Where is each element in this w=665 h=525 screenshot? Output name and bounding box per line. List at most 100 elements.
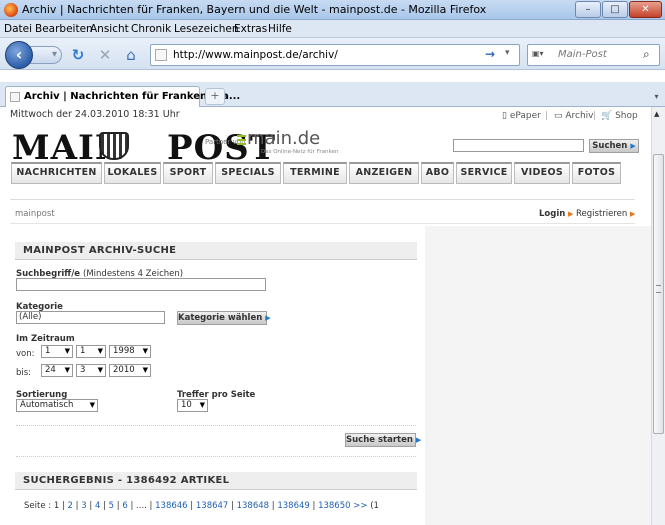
nav-nachrichten[interactable]: NACHRICHTEN — [11, 162, 102, 184]
sort-select[interactable]: Automatisch ▼ — [16, 399, 98, 412]
page-link[interactable]: 138649 — [277, 501, 309, 511]
search-placeholder[interactable]: Main-Post — [558, 49, 607, 60]
scrollbar-thumb[interactable] — [653, 154, 664, 434]
search-term-input[interactable] — [16, 278, 266, 291]
menubar: Datei Bearbeiten Ansicht Chronik Lesezei… — [0, 20, 665, 38]
dropdown-arrow-icon: ▼ — [97, 347, 103, 355]
category-select-button[interactable]: Kategorie wählen ▶ — [177, 311, 271, 325]
from-day-select[interactable]: 1 ▼ — [41, 345, 73, 358]
shop-link[interactable]: 🛒 Shop — [601, 111, 638, 121]
menu-datei[interactable]: Datei — [4, 23, 32, 35]
page-link[interactable]: 2 — [68, 501, 73, 511]
new-tab-button[interactable]: + — [205, 88, 225, 105]
page-link[interactable]: 4 — [95, 501, 100, 511]
page-link[interactable]: 5 — [109, 501, 114, 511]
per-page-select[interactable]: 10 ▼ — [177, 399, 208, 412]
tab-archiv[interactable]: Archiv | Nachrichten für Franken, Ba... — [5, 86, 240, 107]
menu-ansicht[interactable]: Ansicht — [90, 23, 129, 35]
epaper-icon: ▯ — [502, 111, 510, 121]
nav-sport[interactable]: SPORT — [163, 162, 213, 184]
epaper-link[interactable]: ▯ ePaper — [502, 111, 541, 121]
page-link[interactable]: 3 — [81, 501, 86, 511]
home-icon[interactable]: ⌂ — [122, 46, 140, 64]
to-label: bis: — [16, 368, 32, 378]
stop-icon[interactable]: ✕ — [96, 46, 114, 64]
site-search-input[interactable] — [453, 139, 584, 152]
next-pages-link[interactable]: >> — [353, 501, 367, 511]
archiv-link[interactable]: ▭ Archiv — [554, 111, 594, 121]
minimize-button[interactable]: – — [575, 1, 601, 18]
site-favicon — [155, 49, 167, 61]
tab-list-icon[interactable]: ▾ — [648, 88, 665, 105]
back-button[interactable]: ‹ — [5, 41, 33, 69]
nav-anzeigen[interactable]: ANZEIGEN — [349, 162, 419, 184]
nav-termine[interactable]: TERMINE — [283, 162, 347, 184]
from-month-select[interactable]: 1 ▼ — [76, 345, 106, 358]
to-month-select[interactable]: 3 ▼ — [76, 364, 106, 377]
url-text[interactable]: http://www.mainpost.de/archiv/ — [173, 49, 338, 61]
page-link[interactable]: 138647 — [196, 501, 228, 511]
dotted-divider — [16, 425, 416, 426]
page-link[interactable]: 138650 — [318, 501, 350, 511]
back-arrow-icon: ‹ — [15, 45, 23, 64]
page-date: Mittwoch der 24.03.2010 18:31 Uhr — [10, 109, 180, 120]
forward-button[interactable]: ▾ — [30, 46, 62, 64]
login-link[interactable]: Login ▶ — [539, 209, 573, 219]
nav-videos[interactable]: VIDEOS — [514, 162, 570, 184]
web-page: Mittwoch der 24.03.2010 18:31 Uhr ▯ ePap… — [0, 107, 651, 525]
search-icon[interactable]: ⌕ — [643, 47, 650, 62]
url-dropdown-icon[interactable]: ▾ — [505, 48, 510, 58]
nav-lokales[interactable]: LOKALES — [104, 162, 161, 184]
menu-hilfe[interactable]: Hilfe — [268, 23, 292, 35]
mainpost-icon[interactable]: ▣▾ — [532, 49, 552, 61]
dropdown-arrow-icon: ▼ — [199, 401, 205, 409]
vertical-scrollbar[interactable]: ▲ — [651, 107, 665, 525]
arrow-right-icon: ▶ — [265, 314, 271, 322]
window-title: Archiv | Nachrichten für Franken, Bayern… — [22, 3, 487, 16]
partner-name[interactable]: main.de — [247, 128, 320, 149]
go-arrow-icon[interactable]: → — [485, 47, 495, 61]
menu-extras[interactable]: Extras — [234, 23, 267, 35]
scroll-grip-icon — [656, 285, 661, 293]
menu-lesezeichen[interactable]: Lesezeichen — [174, 23, 239, 35]
from-label: von: — [16, 349, 35, 359]
nav-abo[interactable]: ABO — [421, 162, 454, 184]
cart-icon: 🛒 — [601, 111, 613, 121]
pagination: Seite : 1 | 2 | 3 | 4 | 5 | 6 | .... | 1… — [24, 501, 379, 511]
page-link[interactable]: 6 — [122, 501, 127, 511]
arrow-right-icon: ▶ — [630, 142, 636, 150]
arrow-right-icon: ▶ — [568, 210, 574, 218]
crest-icon — [99, 132, 129, 160]
mainde-logo-icon — [237, 133, 246, 145]
page-link[interactable]: 138648 — [237, 501, 269, 511]
close-button[interactable]: ✕ — [629, 1, 662, 18]
site-search-button[interactable]: Suchen ▶ — [589, 139, 639, 153]
register-link[interactable]: Registrieren ▶ — [576, 209, 635, 219]
to-year-select[interactable]: 2010 ▼ — [109, 364, 151, 377]
maximize-button[interactable]: □ — [602, 1, 628, 18]
reload-icon[interactable]: ↻ — [69, 46, 87, 64]
divider — [10, 199, 635, 200]
dropdown-arrow-icon: ▼ — [64, 366, 70, 374]
window-titlebar: Archiv | Nachrichten für Franken, Bayern… — [0, 0, 665, 20]
menu-chronik[interactable]: Chronik — [131, 23, 171, 35]
category-input[interactable]: (Alle) — [16, 311, 165, 324]
menu-bearbeiten[interactable]: Bearbeiten — [35, 23, 93, 35]
to-day-select[interactable]: 24 ▼ — [41, 364, 73, 377]
dropdown-arrow-icon: ▾ — [51, 49, 57, 60]
toplinks-separator: | — [593, 111, 597, 121]
partner-subtitle: Das Online-Netz für Franken — [261, 149, 339, 155]
nav-specials[interactable]: SPECIALS — [215, 162, 281, 184]
nav-fotos[interactable]: FOTOS — [572, 162, 621, 184]
browser-search-box[interactable]: ▣▾ Main-Post ⌕ — [527, 44, 660, 66]
dropdown-arrow-icon: ▼ — [97, 366, 103, 374]
from-year-select[interactable]: 1998 ▼ — [109, 345, 151, 358]
breadcrumb[interactable]: mainpost — [15, 209, 55, 219]
search-submit-button[interactable]: Suche starten ▶ — [345, 433, 421, 447]
archive-search-heading: MAINPOST ARCHIV-SUCHE — [15, 242, 417, 260]
nav-service[interactable]: SERVICE — [456, 162, 512, 184]
scroll-up-icon[interactable]: ▲ — [654, 110, 659, 118]
page-link[interactable]: 138646 — [155, 501, 187, 511]
right-column — [425, 226, 651, 525]
url-bar[interactable]: http://www.mainpost.de/archiv/ → ▾ — [150, 44, 520, 66]
